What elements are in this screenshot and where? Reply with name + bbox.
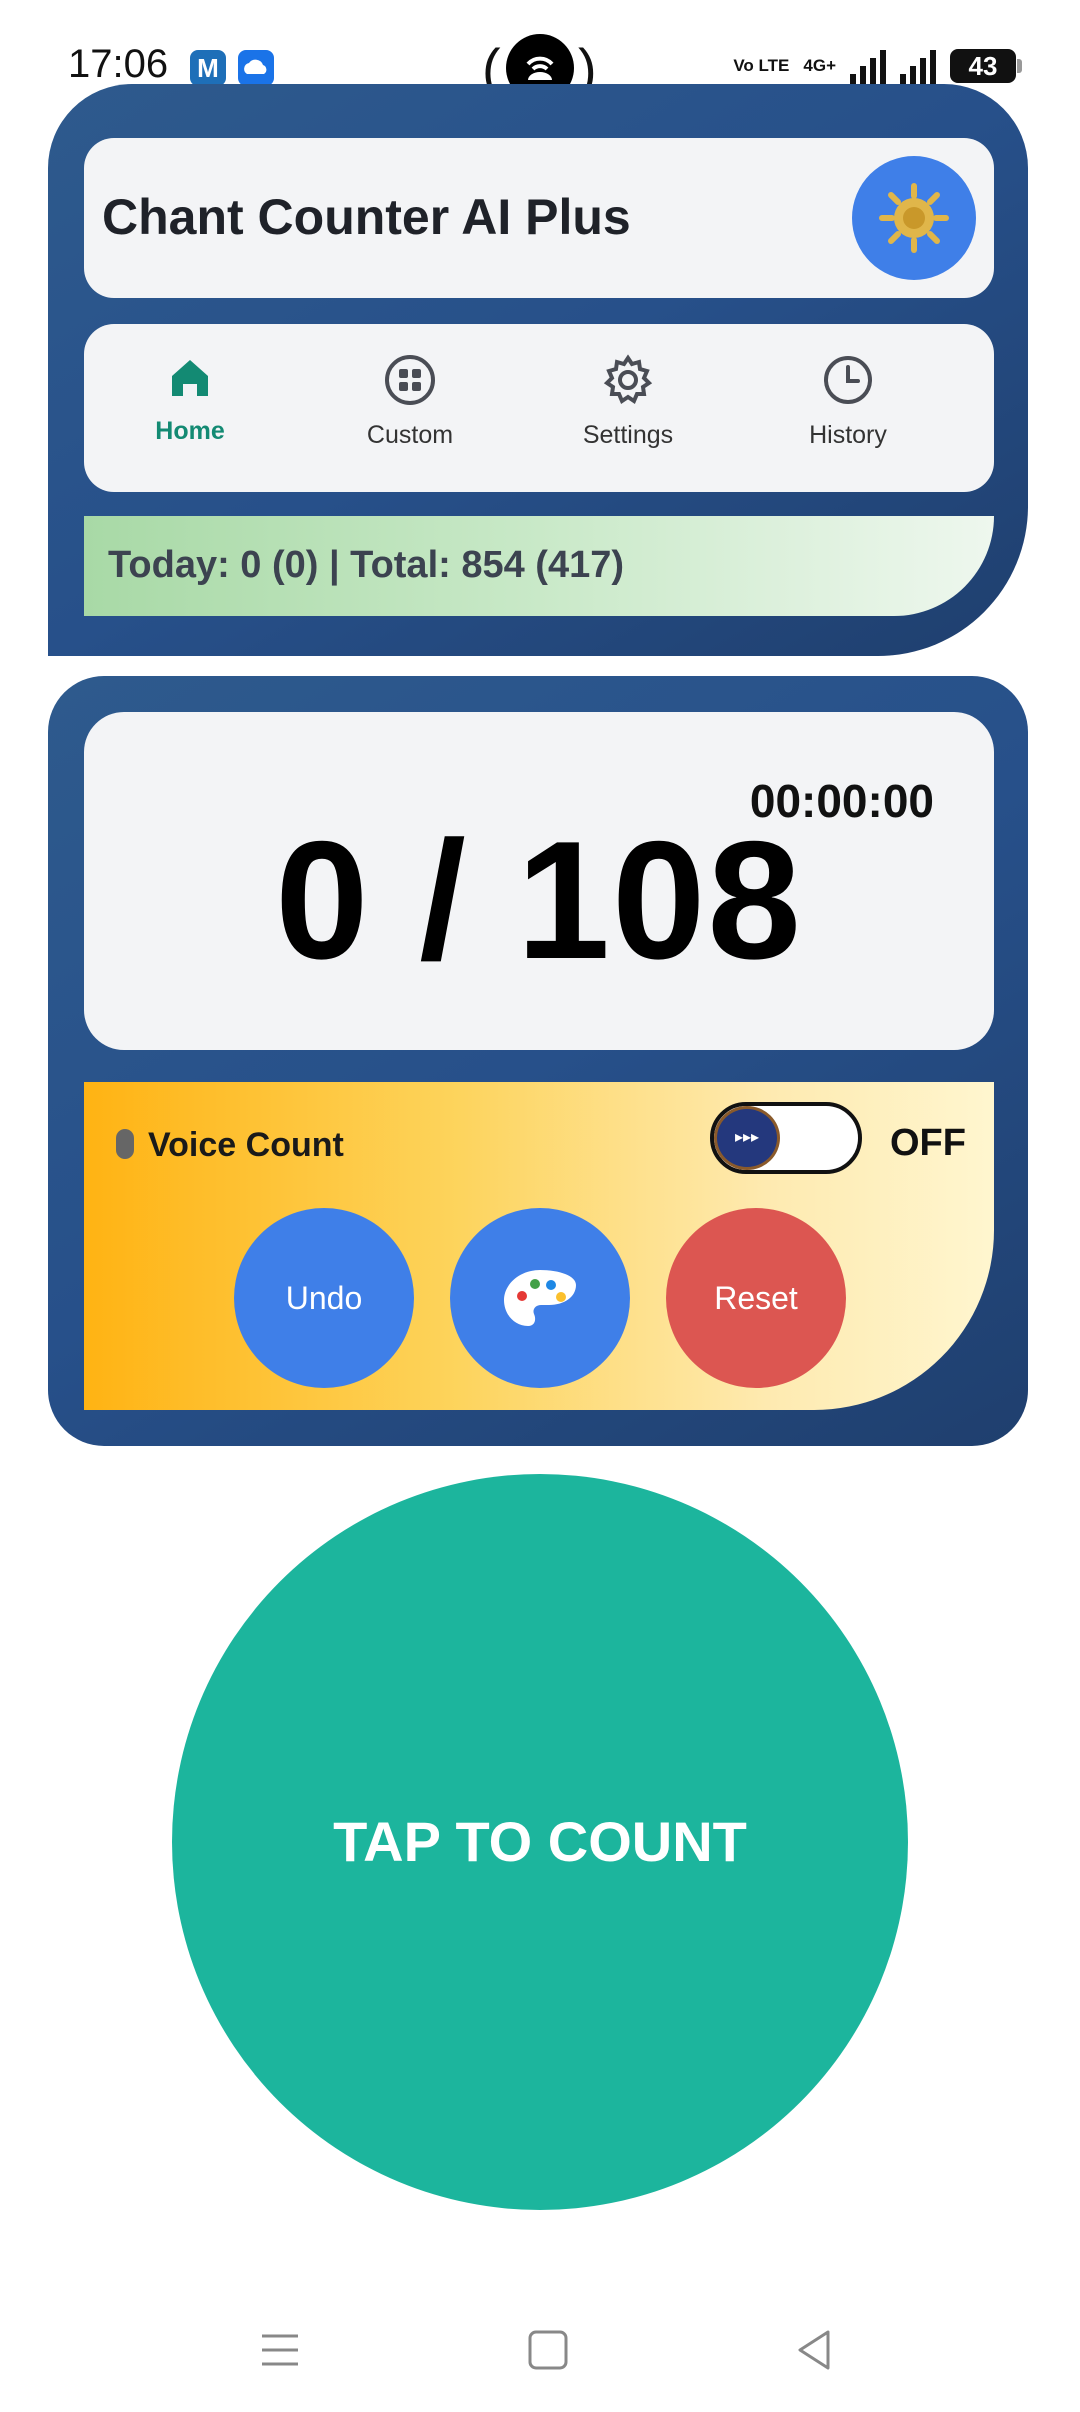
grid-icon bbox=[385, 355, 435, 405]
palette-icon bbox=[504, 1270, 576, 1326]
battery-icon: 43 bbox=[950, 49, 1022, 83]
stats-text: Today: 0 (0) | Total: 854 (417) bbox=[108, 544, 625, 586]
count-value: 0 / 108 bbox=[275, 806, 803, 994]
back-button[interactable] bbox=[784, 2320, 844, 2380]
app-title: Chant Counter AI Plus bbox=[102, 189, 631, 245]
undo-button[interactable]: Undo bbox=[234, 1208, 414, 1388]
voice-count-state: OFF bbox=[890, 1122, 966, 1164]
stats-bar: Today: 0 (0) | Total: 854 (417) bbox=[84, 516, 994, 616]
square-icon bbox=[528, 2330, 568, 2370]
nav-settings[interactable]: Settings bbox=[528, 354, 728, 450]
status-time: 17:06 bbox=[68, 42, 169, 86]
nav-custom-label: Custom bbox=[366, 421, 454, 449]
sun-icon bbox=[879, 183, 949, 253]
cloud-notification-icon bbox=[238, 50, 274, 86]
signal-icon-2 bbox=[900, 46, 936, 86]
system-nav-bar bbox=[0, 2310, 1080, 2390]
gear-icon bbox=[603, 354, 653, 404]
reset-button[interactable]: Reset bbox=[666, 1208, 846, 1388]
theme-toggle-button[interactable] bbox=[852, 156, 976, 280]
nav-custom[interactable]: Custom bbox=[310, 354, 510, 450]
clock-icon bbox=[824, 356, 872, 404]
voice-count-label: Voice Count bbox=[116, 1126, 344, 1165]
nav-settings-label: Settings bbox=[582, 421, 674, 449]
microphone-icon bbox=[116, 1129, 134, 1160]
title-bar: Chant Counter AI Plus bbox=[84, 138, 994, 298]
recents-button[interactable] bbox=[250, 2320, 310, 2380]
signal-icon bbox=[850, 46, 886, 86]
m-app-notification-icon: M bbox=[190, 50, 226, 86]
nav-bar: Home Custom Settings History bbox=[84, 324, 994, 492]
fast-forward-icon: ▸▸▸ bbox=[714, 1106, 780, 1170]
back-triangle-icon bbox=[798, 2330, 830, 2370]
tap-to-count-button[interactable]: TAP TO COUNT bbox=[172, 1474, 908, 2210]
nav-history-label: History bbox=[809, 421, 887, 449]
home-icon bbox=[172, 360, 208, 396]
counter-display: 00:00:00 0 / 108 bbox=[84, 712, 994, 1050]
home-system-button[interactable] bbox=[518, 2320, 578, 2380]
nav-home[interactable]: Home bbox=[90, 354, 290, 446]
voice-count-toggle[interactable]: ▸▸▸ bbox=[710, 1102, 862, 1174]
palette-button[interactable] bbox=[450, 1208, 630, 1388]
status-icons: Vo LTE 4G+ 43 bbox=[733, 46, 1022, 86]
control-panel: Voice Count ▸▸▸ OFF Undo Reset bbox=[84, 1082, 994, 1410]
menu-icon bbox=[262, 2334, 298, 2366]
volte-label: Vo LTE bbox=[733, 56, 790, 75]
nav-history[interactable]: History bbox=[748, 354, 948, 450]
nav-home-label: Home bbox=[155, 417, 225, 445]
signal-type-label: 4G+ bbox=[803, 56, 836, 75]
voice-count-text: Voice Count bbox=[148, 1126, 344, 1164]
